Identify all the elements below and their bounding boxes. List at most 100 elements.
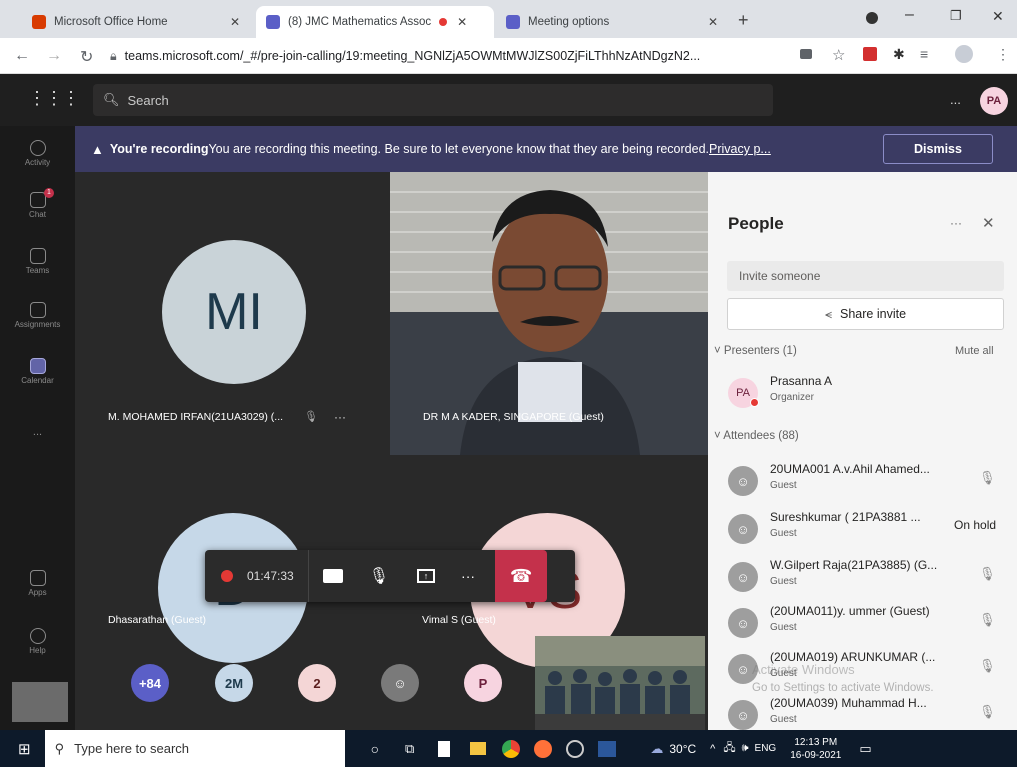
chrome-alt-icon[interactable] — [566, 739, 585, 758]
tile-more-icon[interactable]: ··· — [334, 410, 346, 424]
search-bar[interactable]: 🔍︎ Search — [93, 84, 773, 116]
download-tile[interactable] — [12, 682, 68, 722]
office-icon — [32, 15, 46, 29]
presenters-header[interactable]: ˅ Presenters (1) — [714, 345, 797, 357]
browser-tab-teams-meeting[interactable]: (8) JMC Mathematics Assoc ✕ — [256, 6, 494, 38]
task-view-icon[interactable]: ⧉ — [405, 741, 414, 757]
file-explorer-icon[interactable] — [470, 742, 487, 755]
tray-chevron-icon[interactable]: ^ — [710, 743, 715, 755]
menu-kebab-icon[interactable]: ⋮ — [996, 46, 1010, 63]
rail-item-teams[interactable]: Teams — [0, 244, 75, 298]
status-on-hold: On hold — [954, 518, 997, 532]
forward-arrow-icon[interactable]: → — [46, 47, 62, 65]
person-icon[interactable]: ☺︎ — [381, 664, 419, 702]
back-arrow-icon[interactable]: ← — [14, 47, 30, 65]
minimize-icon[interactable]: – — [905, 6, 914, 24]
star-icon[interactable]: ☆ — [832, 46, 845, 64]
volume-icon[interactable]: 🕪︎ — [742, 742, 749, 755]
attendee-item[interactable]: ☺︎ 20UMA001 A.v.Ahil Ahamed... Guest 🎙︎ — [716, 460, 1016, 506]
pdf-extension-icon[interactable] — [863, 47, 877, 61]
taskbar-search-placeholder: Type here to search — [74, 741, 190, 756]
document-icon[interactable] — [438, 740, 451, 757]
language-indicator[interactable]: ENG — [755, 743, 777, 754]
taskbar-search[interactable]: ⚲ Type here to search — [44, 730, 345, 767]
close-window-icon[interactable]: ✕ — [992, 8, 1004, 25]
profile-circle-icon[interactable] — [866, 12, 878, 24]
recording-icon — [221, 570, 233, 582]
chrome-icon[interactable] — [502, 739, 521, 758]
person-role: Guest — [770, 480, 797, 491]
overflow-participants[interactable]: +84 — [131, 664, 169, 702]
mic-off-icon: 🎙︎ — [979, 470, 996, 485]
rail-item-apps[interactable]: Apps — [0, 566, 75, 620]
notification-icon[interactable]: ▭ — [859, 741, 871, 757]
privacy-link[interactable]: Privacy p... — [709, 142, 771, 156]
app-rail: Activity Chat 1 Teams Assignments Calend… — [0, 126, 75, 730]
activate-windows-title: Activate Windows — [752, 662, 855, 677]
weather-temp[interactable]: 30°C — [669, 742, 696, 756]
attendee-item[interactable]: ☺︎ (20UMA011)y. ummer (Guest) Guest 🎙︎ — [716, 602, 1016, 648]
rail-item-assignments[interactable]: Assignments — [0, 298, 75, 352]
close-panel-icon[interactable]: ✕ — [982, 214, 995, 232]
windows-taskbar: ⊞ ⚲ Type here to search ○ ⧉ ☁︎ 30°C ^ 🖧︎… — [0, 730, 1017, 767]
person-icon: ☺︎ — [728, 466, 758, 496]
reading-list-icon[interactable]: ≡ — [920, 46, 928, 62]
participant-avatar: MI — [162, 240, 306, 384]
clock[interactable]: 12:13 PM 16-09-2021 — [790, 736, 841, 762]
browser-tab-bar: Microsoft Office Home ✕ (8) JMC Mathemat… — [0, 0, 1017, 38]
invite-input[interactable]: Invite someone — [727, 261, 1004, 291]
participant-mini-avatar[interactable]: P — [464, 664, 502, 702]
more-options-icon[interactable]: ... — [950, 92, 961, 107]
microphone-icon[interactable]: 🎙︎ — [369, 566, 389, 586]
panel-more-icon[interactable]: ··· — [950, 216, 962, 230]
hang-up-button[interactable]: ☎︎ — [495, 550, 548, 602]
attendees-header[interactable]: ˅ Attendees (88) — [714, 430, 799, 442]
new-tab-icon[interactable]: + — [738, 10, 749, 31]
warning-icon: ▲ — [91, 141, 104, 157]
url-field[interactable]: 🔒︎ teams.microsoft.com/_#/pre-join-calli… — [110, 43, 870, 69]
call-timer: 01:47:33 — [247, 569, 294, 583]
attendee-item[interactable]: ☺︎ W.Gilpert Raja(21PA3885) (G... Guest … — [716, 556, 1016, 602]
account-avatar-icon[interactable] — [955, 45, 973, 63]
dismiss-button[interactable]: Dismiss — [883, 134, 993, 164]
cortana-icon[interactable]: ○ — [371, 741, 379, 757]
network-icon[interactable]: 🖧︎ — [723, 739, 735, 758]
restore-icon[interactable]: ❐ — [950, 8, 962, 24]
rail-item-calendar[interactable]: Calendar — [0, 354, 75, 408]
self-video-preview[interactable] — [535, 636, 705, 730]
more-actions-icon[interactable]: ··· — [461, 568, 475, 584]
browser-tab-office[interactable]: Microsoft Office Home ✕ — [22, 6, 250, 38]
share-invite-button[interactable]: ⪪ Share invite — [727, 298, 1004, 330]
close-tab-icon[interactable]: ✕ — [457, 15, 467, 29]
person-icon: ☺︎ — [728, 700, 758, 730]
assignments-icon — [29, 302, 46, 318]
presenter-item[interactable]: PA Prasanna A Organizer — [716, 372, 1016, 418]
browser-tab-meeting-options[interactable]: Meeting options ✕ — [496, 6, 728, 38]
firefox-icon[interactable] — [534, 739, 553, 758]
share-screen-icon[interactable]: ↑ — [417, 569, 436, 583]
tab-title: (8) JMC Mathematics Assoc — [288, 16, 432, 28]
extensions-puzzle-icon[interactable]: ✱ — [893, 46, 905, 63]
rail-item-more[interactable]: ... — [0, 426, 75, 480]
close-tab-icon[interactable]: ✕ — [230, 15, 240, 29]
mic-off-icon: 🎙︎ — [979, 612, 996, 627]
mute-all-button[interactable]: Mute all — [955, 345, 994, 357]
clock-date: 16-09-2021 — [790, 749, 842, 761]
reload-icon[interactable]: ↻ — [80, 47, 93, 67]
app-launcher-icon[interactable]: ⋮⋮⋮ — [28, 88, 80, 109]
attendee-item[interactable]: ☺︎ (20UMA039) Muhammad H... Guest 🎙︎ — [716, 694, 1016, 730]
participant-mini-avatar[interactable]: 2M — [215, 664, 253, 702]
attendee-item[interactable]: ☺︎ Sureshkumar ( 21PA3881 ... Guest On h… — [716, 508, 1016, 554]
rail-item-help[interactable]: Help — [0, 624, 75, 678]
participant-mini-avatar[interactable]: 2 — [298, 664, 336, 702]
word-icon[interactable] — [598, 740, 617, 757]
rail-item-chat[interactable]: Chat 1 — [0, 188, 75, 242]
person-icon: ☺︎ — [728, 514, 758, 544]
close-tab-icon[interactable]: ✕ — [708, 15, 718, 29]
windows-start-icon[interactable]: ⊞ — [18, 740, 31, 758]
camera-icon[interactable] — [800, 49, 812, 59]
classroom-video-image — [535, 636, 705, 730]
user-avatar[interactable]: PA — [980, 87, 1008, 115]
rail-item-activity[interactable]: Activity — [0, 136, 75, 190]
camera-toggle-icon[interactable] — [322, 569, 343, 583]
